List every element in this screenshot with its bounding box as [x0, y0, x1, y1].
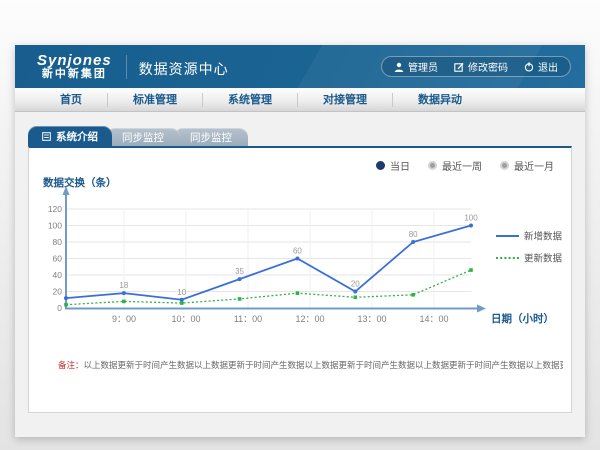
brand-logo-cn: 新中新集团: [37, 69, 112, 81]
radio-label: 最近一月: [514, 158, 554, 173]
svg-text:14：00: 14：00: [419, 314, 448, 324]
nav-item-2[interactable]: 系统管理: [203, 93, 298, 107]
logout-label: 退出: [538, 59, 558, 74]
svg-text:20: 20: [53, 287, 63, 297]
change-password-label: 修改密码: [468, 59, 508, 74]
radio-icon: [500, 161, 509, 170]
logout-button[interactable]: 退出: [524, 59, 558, 74]
power-icon: [524, 62, 534, 72]
radio-icon: [428, 161, 437, 170]
svg-text:40: 40: [53, 270, 63, 280]
svg-text:10：00: 10：00: [171, 314, 200, 324]
svg-text:60: 60: [293, 247, 302, 256]
current-user-button[interactable]: 管理员: [394, 59, 438, 74]
svg-text:120: 120: [48, 204, 62, 214]
svg-text:100: 100: [464, 214, 478, 223]
footnote-prefix: 备注：: [58, 360, 84, 370]
user-icon: [394, 62, 404, 72]
user-toolbar: 管理员 修改密码 退出: [381, 56, 571, 77]
svg-text:60: 60: [53, 254, 63, 264]
svg-text:11：00: 11：00: [234, 314, 262, 324]
radio-icon: [376, 161, 385, 170]
svg-text:100: 100: [48, 221, 62, 231]
radio-label: 当日: [390, 158, 410, 173]
footnote: 备注：以上数据更新于时间产生数据以上数据更新于时间产生数据以上数据更新于时间产生…: [58, 359, 563, 371]
svg-text:0: 0: [57, 303, 62, 313]
time-range-option-0[interactable]: 当日: [376, 158, 410, 173]
data-exchange-chart: 数据交换（条） 0 20 40 60 80 100 120 9：00 10：00 11：00 12：0…: [41, 172, 573, 347]
app-header: Synjones 新中新集团 数据资源中心 管理员 修改密码: [15, 45, 585, 88]
main-nav: 首页标准管理系统管理对接管理数据异动: [15, 88, 585, 112]
document-icon: [42, 132, 51, 141]
svg-text:数据交换（条）: 数据交换（条）: [42, 176, 117, 189]
svg-text:更新数据: 更新数据: [524, 253, 563, 265]
svg-text:80: 80: [409, 230, 418, 239]
svg-text:13：00: 13：00: [357, 314, 386, 324]
line-chart-svg: 数据交换（条） 0 20 40 60 80 100 120 9：00 10：00 11：00 12：0…: [41, 172, 573, 342]
header-divider: [126, 55, 127, 79]
svg-text:35: 35: [235, 267, 244, 276]
tab-label: 同步监控: [190, 130, 232, 145]
nav-item-1[interactable]: 标准管理: [108, 93, 203, 107]
change-password-button[interactable]: 修改密码: [454, 59, 508, 74]
tab-1[interactable]: 同步监控: [106, 128, 180, 146]
svg-text:18: 18: [119, 281, 128, 290]
edit-icon: [454, 62, 464, 72]
svg-text:新增数据: 新增数据: [524, 231, 563, 243]
svg-text:10: 10: [177, 288, 186, 297]
nav-item-3[interactable]: 对接管理: [298, 93, 393, 107]
app-window: Synjones 新中新集团 数据资源中心 管理员 修改密码: [15, 45, 585, 437]
time-range-option-2[interactable]: 最近一月: [500, 158, 554, 173]
app-title: 数据资源中心: [139, 59, 229, 79]
svg-text:80: 80: [53, 237, 63, 247]
svg-text:20: 20: [351, 280, 360, 289]
svg-text:日期（小时）: 日期（小时）: [491, 312, 554, 325]
tab-bar: 系统介绍 同步监控 同步监控: [28, 126, 242, 146]
nav-item-4[interactable]: 数据异动: [393, 93, 487, 107]
nav-item-0[interactable]: 首页: [35, 93, 108, 107]
brand-logo: Synjones 新中新集团: [37, 53, 112, 80]
brand-logo-en: Synjones: [37, 53, 112, 69]
time-range-filter: 当日 最近一周 最近一月: [376, 158, 554, 173]
radio-label: 最近一周: [442, 158, 482, 173]
time-range-option-1[interactable]: 最近一周: [428, 158, 482, 173]
tab-2[interactable]: 同步监控: [174, 128, 248, 146]
tab-label: 系统介绍: [56, 129, 98, 144]
current-user-label: 管理员: [408, 59, 438, 74]
svg-text:9：00: 9：00: [112, 314, 136, 324]
footnote-text: 以上数据更新于时间产生数据以上数据更新于时间产生数据以上数据更新于时间产生数据以…: [84, 360, 563, 370]
content-panel: 当日 最近一周 最近一月 数据交换（条） 0 20 40 60 80 100 120 9：00 10：…: [28, 146, 572, 413]
tab-label: 同步监控: [122, 130, 164, 145]
svg-text:12：00: 12：00: [295, 314, 324, 324]
tab-0[interactable]: 系统介绍: [28, 126, 112, 146]
